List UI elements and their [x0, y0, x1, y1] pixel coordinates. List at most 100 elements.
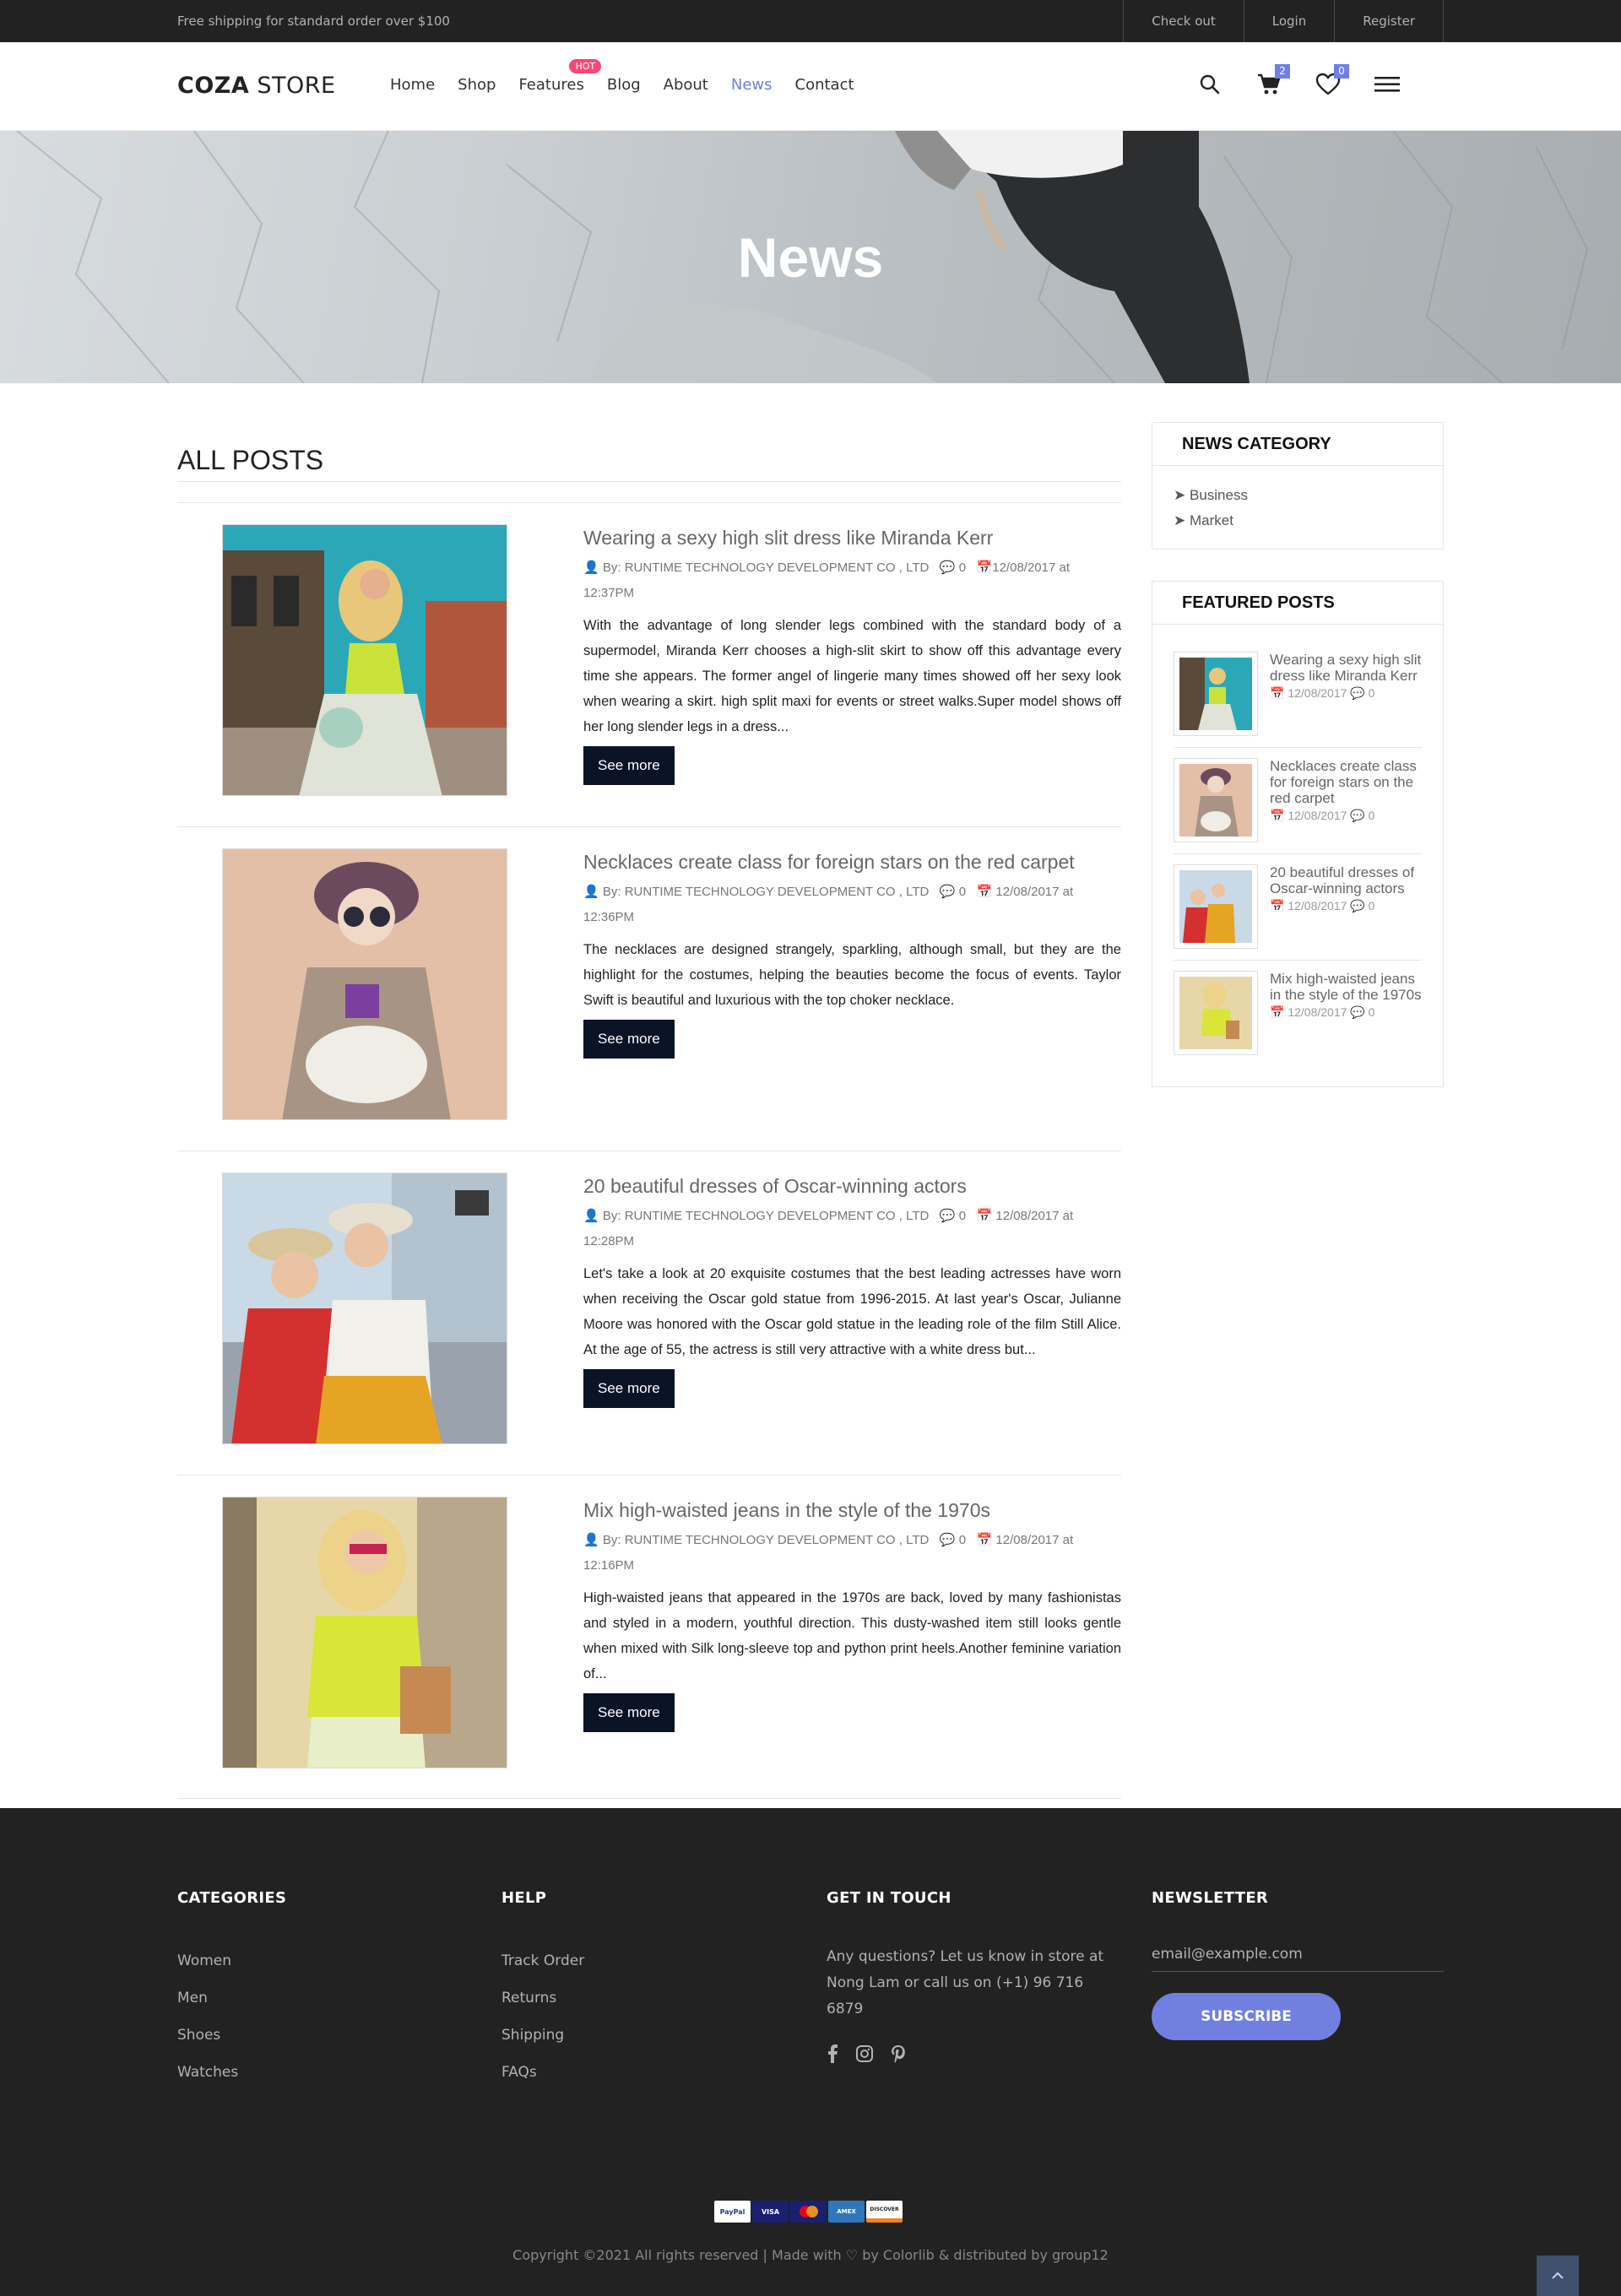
see-more-button[interactable]: See more [583, 1369, 675, 1408]
category-item[interactable]: ➤ Business [1174, 483, 1422, 508]
nav-about[interactable]: About [664, 76, 708, 94]
calendar-icon: 📅 [1270, 1005, 1285, 1019]
featured-title: Necklaces create class for foreign stars… [1270, 758, 1417, 806]
group-link[interactable]: group12 [1052, 2247, 1109, 2263]
post-excerpt: Let's take a look at 20 exquisite costum… [583, 1266, 1121, 1357]
footer-link[interactable]: Watches [177, 2054, 286, 2091]
post-excerpt: With the advantage of long slender legs … [583, 618, 1121, 734]
footer-link[interactable]: FAQs [501, 2054, 584, 2091]
calendar-icon: 📅 [1270, 899, 1285, 912]
nav-contact[interactable]: Contact [795, 76, 854, 94]
back-to-top-button[interactable] [1537, 2255, 1579, 2296]
facebook-icon[interactable] [827, 2044, 838, 2063]
see-more-button[interactable]: See more [583, 746, 675, 785]
pinterest-icon[interactable] [891, 2044, 906, 2063]
footer-link[interactable]: Men [177, 1979, 286, 2017]
post-thumbnail[interactable] [222, 524, 507, 796]
cart-icon[interactable]: 2 [1255, 64, 1290, 100]
amex-icon: AMEX [828, 2201, 865, 2223]
calendar-icon: 📅 [1270, 809, 1285, 822]
footer-link[interactable]: Track Order [501, 1942, 584, 1979]
post-thumbnail[interactable] [222, 1172, 507, 1444]
nav-news[interactable]: News [731, 76, 773, 94]
category-list: ➤ Business ➤ Market [1152, 466, 1443, 550]
nav-features[interactable]: Features HOT [518, 59, 602, 94]
colorlib-link[interactable]: Colorlib [883, 2247, 935, 2263]
footer-link[interactable]: Returns [501, 1979, 584, 2017]
post-title[interactable]: 20 beautiful dresses of Oscar-winning ac… [583, 1173, 1121, 1199]
post-title[interactable]: Wearing a sexy high slit dress like Mira… [583, 525, 1121, 550]
featured-meta: 📅 12/08/2017 💬 0 [1270, 1005, 1422, 1020]
featured-meta: 📅 12/08/2017 💬 0 [1270, 686, 1422, 701]
logo-rest: STORE [249, 73, 336, 99]
site-footer: CATEGORIES Women Men Shoes Watches HELP … [0, 1808, 1621, 2296]
featured-item[interactable]: 20 beautiful dresses of Oscar-winning ac… [1174, 854, 1422, 961]
checkout-link[interactable]: Check out [1124, 0, 1244, 42]
see-more-button[interactable]: See more [583, 1020, 675, 1059]
shipping-promo: Free shipping for standard order over $1… [177, 14, 450, 29]
post-title[interactable]: Mix high-waisted jeans in the style of t… [583, 1497, 1121, 1523]
comment-icon: 💬 [1350, 686, 1365, 700]
post-comments: 0 [958, 1209, 967, 1223]
post-comments: 0 [958, 885, 967, 899]
register-link[interactable]: Register [1335, 0, 1444, 42]
calendar-icon: 📅 [976, 560, 993, 575]
post-comments: 0 [958, 560, 967, 575]
see-more-button[interactable]: See more [583, 1693, 675, 1732]
user-icon: 👤 [583, 1209, 599, 1223]
featured-item[interactable]: Wearing a sexy high slit dress like Mira… [1174, 642, 1422, 748]
post-thumbnail[interactable] [222, 1497, 507, 1768]
instagram-icon[interactable] [855, 2044, 874, 2063]
menu-icon[interactable] [1373, 69, 1401, 100]
paypal-icon: PayPal [714, 2201, 751, 2223]
user-icon: 👤 [583, 560, 599, 575]
comment-icon: 💬 [1350, 899, 1365, 912]
footer-categories-title: CATEGORIES [177, 1889, 287, 1907]
login-link[interactable]: Login [1244, 0, 1336, 42]
page-banner: News [0, 131, 1621, 383]
news-category-box: NEWS CATEGORY ➤ Business ➤ Market [1152, 422, 1444, 550]
featured-thumbnail [1174, 971, 1258, 1055]
featured-posts-title: FEATURED POSTS [1152, 582, 1443, 625]
nav-shop[interactable]: Shop [458, 76, 496, 94]
calendar-icon: 📅 [976, 1209, 993, 1223]
newsletter-email-input[interactable]: email@example.com [1152, 1946, 1444, 1972]
page-title: News [737, 226, 884, 289]
post-excerpt: The necklaces are designed strangely, sp… [583, 942, 1121, 1008]
footer-contact: GET IN TOUCH Any questions? Let us know … [827, 1889, 1105, 2063]
category-item[interactable]: ➤ Market [1174, 508, 1422, 533]
footer-link[interactable]: Women [177, 1942, 286, 1979]
post-title[interactable]: Necklaces create class for foreign stars… [583, 849, 1121, 875]
post-meta: 👤 By: RUNTIME TECHNOLOGY DEVELOPMENT CO … [583, 1204, 1121, 1254]
post-body: Wearing a sexy high slit dress like Mira… [583, 525, 1121, 785]
footer-newsletter: NEWSLETTER email@example.com SUBSCRIBE [1152, 1889, 1444, 2040]
copyright-text: Copyright ©2021 All rights reserved | Ma… [512, 2247, 842, 2263]
featured-item[interactable]: Necklaces create class for foreign stars… [1174, 748, 1422, 854]
heart-icon[interactable]: 0 [1314, 64, 1349, 100]
contact-text: Any questions? Let us know in store at N… [827, 1948, 1104, 2017]
featured-date: 12/08/2017 [1288, 1005, 1347, 1019]
footer-link[interactable]: Shipping [501, 2017, 584, 2054]
featured-thumbnail [1174, 864, 1258, 949]
featured-comments: 0 [1368, 809, 1375, 822]
nav-blog[interactable]: Blog [607, 76, 641, 94]
mastercard-icon [790, 2201, 827, 2223]
featured-comments: 0 [1368, 899, 1375, 912]
top-bar: Free shipping for standard order over $1… [0, 0, 1621, 42]
heart-icon: ♡ [845, 2247, 859, 2263]
post-item: Necklaces create class for foreign stars… [177, 826, 1121, 1151]
nav-home[interactable]: Home [390, 76, 435, 94]
post-thumbnail[interactable] [222, 848, 507, 1120]
store-logo[interactable]: COZA STORE [177, 73, 336, 99]
search-icon[interactable] [1195, 69, 1224, 100]
main-header: COZA STORE Home Shop Features HOT Blog Ab… [0, 42, 1621, 131]
visa-icon: VISA [752, 2201, 789, 2223]
featured-item[interactable]: Mix high-waisted jeans in the style of t… [1174, 961, 1422, 1067]
payment-icons: PayPal VISA AMEX DISCOVER [714, 2201, 904, 2223]
featured-comments: 0 [1368, 686, 1375, 700]
footer-link[interactable]: Shoes [177, 2017, 286, 2054]
circle-arrow-icon: ➤ [1174, 487, 1186, 503]
subscribe-button[interactable]: SUBSCRIBE [1152, 1993, 1341, 2040]
social-links [827, 2044, 1105, 2063]
post-body: 20 beautiful dresses of Oscar-winning ac… [583, 1173, 1121, 1408]
